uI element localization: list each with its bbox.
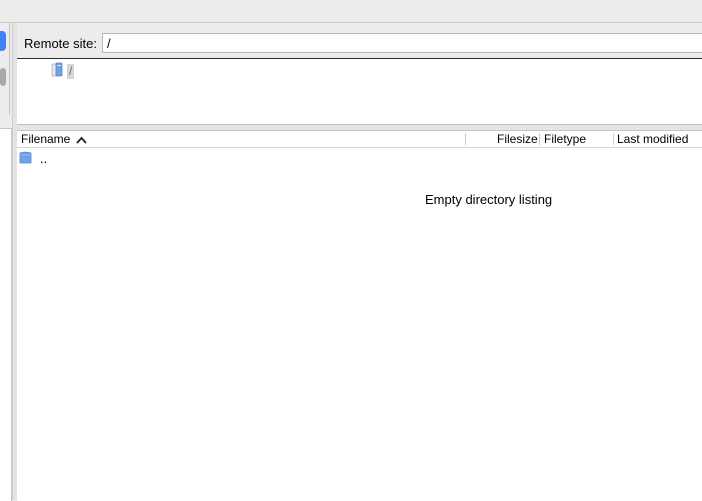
- column-header-row: Filename Filesize Filetype Last modified: [17, 131, 702, 148]
- local-path-dropdown-button[interactable]: [0, 31, 6, 51]
- column-header-last-modified[interactable]: Last modified: [617, 132, 688, 146]
- column-header-label: Filename: [21, 132, 71, 146]
- server-folder-icon: [51, 62, 65, 81]
- empty-directory-message: Empty directory listing: [425, 192, 553, 207]
- column-header-filename[interactable]: Filename: [21, 132, 88, 147]
- remote-site-bar: Remote site:: [17, 23, 702, 59]
- sort-ascending-icon: [76, 133, 88, 147]
- tree-node-label: /: [67, 64, 75, 79]
- tree-node-root[interactable]: /: [51, 62, 75, 81]
- folder-icon: [19, 151, 32, 167]
- column-separator[interactable]: [539, 133, 540, 145]
- file-name: ..: [40, 151, 48, 166]
- table-row[interactable]: ..: [17, 150, 702, 168]
- remote-directory-tree[interactable]: /: [17, 59, 702, 125]
- local-pane: [0, 23, 12, 501]
- local-tree-scrollbar[interactable]: [0, 68, 6, 86]
- column-separator[interactable]: [465, 133, 466, 145]
- toolbar-area: [0, 0, 702, 23]
- column-separator[interactable]: [613, 133, 614, 145]
- column-header-filetype[interactable]: Filetype: [544, 132, 586, 146]
- local-file-list[interactable]: [0, 128, 12, 501]
- remote-path-input[interactable]: [102, 33, 702, 53]
- remote-site-label: Remote site:: [24, 36, 97, 51]
- column-header-filesize[interactable]: Filesize: [497, 132, 538, 146]
- remote-file-list[interactable]: Filename Filesize Filetype Last modified…: [17, 130, 702, 501]
